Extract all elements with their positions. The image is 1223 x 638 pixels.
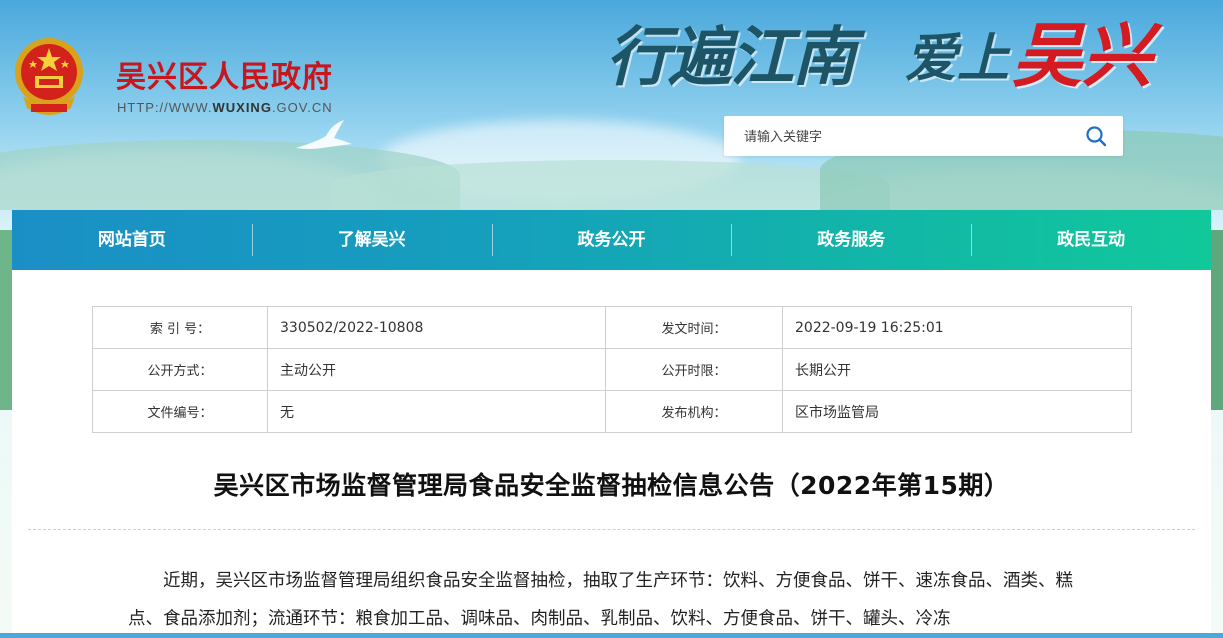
nav-item-about[interactable]: 了解吴兴 bbox=[251, 210, 492, 270]
table-row: 文件编号： 无 发布机构： 区市场监管局 bbox=[92, 390, 1132, 433]
crane-bird-icon bbox=[296, 120, 352, 149]
article-title: 吴兴区市场监督管理局食品安全监督抽检信息公告（2022年第15期） bbox=[213, 471, 1010, 500]
org-value: 区市场监管局 bbox=[782, 390, 1132, 433]
main-content: 索 引 号： 330502/2022-10808 发文时间： 2022-09-1… bbox=[12, 270, 1211, 633]
search-icon[interactable] bbox=[1085, 125, 1107, 147]
tree-decoration bbox=[0, 230, 12, 410]
slogan-part1: 行遍江南 bbox=[606, 20, 856, 95]
index-label: 索 引 号： bbox=[92, 306, 268, 349]
site-url-prefix: HTTP://WWW. bbox=[117, 100, 213, 115]
org-label: 发布机构： bbox=[605, 390, 783, 433]
mode-label: 公开方式： bbox=[92, 348, 268, 391]
nav-item-gov-open[interactable]: 政务公开 bbox=[491, 210, 732, 270]
index-value: 330502/2022-10808 bbox=[267, 306, 606, 349]
period-value: 长期公开 bbox=[782, 348, 1132, 391]
search-input[interactable] bbox=[742, 125, 1076, 149]
table-row: 公开方式： 主动公开 公开时限： 长期公开 bbox=[92, 348, 1132, 391]
tree-decoration bbox=[1211, 230, 1223, 410]
docno-label: 文件编号： bbox=[92, 390, 268, 433]
period-label: 公开时限： bbox=[605, 348, 783, 391]
article-body: 近期，吴兴区市场监督管理局组织食品安全监督抽检，抽取了生产环节：饮料、方便食品、… bbox=[128, 571, 1073, 629]
national-emblem-icon[interactable] bbox=[13, 36, 85, 118]
docno-value: 无 bbox=[267, 390, 606, 433]
nav-item-gov-service[interactable]: 政务服务 bbox=[731, 210, 971, 270]
search-box bbox=[724, 116, 1123, 156]
site-header: 吴兴区人民政府 HTTP://WWW.WUXING.GOV.CN 行遍江南 爱上… bbox=[0, 0, 1223, 210]
date-label: 发文时间： bbox=[605, 306, 783, 349]
table-row: 索 引 号： 330502/2022-10808 发文时间： 2022-09-1… bbox=[92, 306, 1132, 349]
slogan-part3: 吴兴 bbox=[1012, 14, 1152, 97]
slogan-part2: 爱上 bbox=[905, 28, 1010, 89]
document-meta-table: 索 引 号： 330502/2022-10808 发文时间： 2022-09-1… bbox=[92, 306, 1132, 433]
site-url: HTTP://WWW.WUXING.GOV.CN bbox=[117, 100, 333, 115]
mode-value: 主动公开 bbox=[267, 348, 606, 391]
site-url-domain: WUXING bbox=[212, 100, 272, 115]
site-url-suffix: .GOV.CN bbox=[271, 100, 333, 115]
site-title[interactable]: 吴兴区人民政府 bbox=[116, 52, 333, 96]
nav-item-interaction[interactable]: 政民互动 bbox=[971, 210, 1211, 270]
mountain-decoration bbox=[330, 160, 890, 210]
nav-item-home[interactable]: 网站首页 bbox=[12, 210, 252, 270]
divider bbox=[28, 529, 1195, 530]
date-value: 2022-09-19 16:25:01 bbox=[782, 306, 1132, 349]
main-nav: 网站首页 了解吴兴 政务公开 政务服务 政民互动 bbox=[12, 210, 1211, 270]
